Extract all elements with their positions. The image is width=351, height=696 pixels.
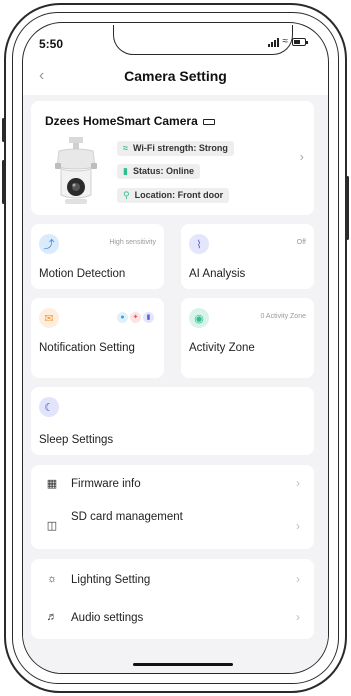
notch [113, 25, 293, 55]
status-icons: ≈ [267, 36, 308, 47]
chevron-right-icon: › [296, 519, 300, 533]
camera-name: Dzees HomeSmart Camera [45, 114, 215, 128]
firmware-info-label: Firmware info [71, 478, 141, 490]
chart-icon: ⌇ [189, 234, 209, 254]
camera-name-text: Dzees HomeSmart Camera [45, 114, 198, 128]
chevron-right-icon: › [296, 610, 300, 624]
sd-card-label: SD card management [71, 511, 183, 523]
media-settings-list: ☼ Lighting Setting › ♬ Audio settings › [31, 559, 314, 639]
settings-content: Dzees HomeSmart Camera ≈ Wi-Fi strength: … [23, 95, 328, 673]
ai-analysis-label: AI Analysis [189, 268, 246, 280]
audio-settings-row[interactable]: ♬ Audio settings › [31, 599, 314, 639]
firmware-info-row[interactable]: ▦ Firmware info › [31, 465, 314, 503]
device-info-list: ▦ Firmware info › ◫ SD card management › [31, 465, 314, 549]
notification-setting-label: Notification Setting [39, 342, 135, 354]
camera-badge-icon [202, 118, 215, 125]
wifi-strength-pill: ≈ Wi-Fi strength: Strong [117, 141, 234, 156]
cellular-signal-icon [267, 37, 279, 47]
activity-zone-tile[interactable]: ◉ 0 Activity Zone Activity Zone [181, 298, 314, 378]
camera-image [55, 137, 97, 204]
vehicle-icon: ▮ [143, 312, 154, 323]
bulb-icon: ☼ [46, 573, 58, 585]
person-icon: ● [117, 312, 128, 323]
wifi-strength-text: Wi-Fi strength: Strong [132, 143, 228, 153]
device-status-icon: ▮ [123, 166, 128, 176]
battery-icon [292, 38, 308, 46]
motion-detection-tile[interactable]: ⤴ High sensitivity Motion Detection [31, 224, 164, 289]
page-title: Camera Setting [124, 68, 227, 84]
sd-card-icon: ◫ [46, 520, 58, 532]
home-indicator[interactable] [133, 663, 233, 666]
chevron-right-icon: › [299, 149, 304, 164]
sleep-settings-label: Sleep Settings [39, 434, 114, 446]
wifi-icon: ≈ [282, 36, 289, 47]
chevron-right-icon: › [296, 572, 300, 586]
side-button [2, 118, 5, 142]
motion-sensitivity-text: High sensitivity [109, 239, 156, 246]
location-pill: ⚲ Location: Front door [117, 188, 230, 203]
sd-card-row[interactable]: ◫ SD card management › [31, 503, 314, 549]
notification-setting-tile[interactable]: ✉ ● ✦ ▮ Notification Setting [31, 298, 164, 378]
location-pin-icon: ⚲ [123, 190, 130, 200]
activity-zone-label: Activity Zone [189, 342, 255, 354]
audio-settings-label: Audio settings [71, 612, 144, 624]
status-time: 5:50 [39, 37, 64, 51]
running-person-icon: ⤴ [39, 234, 59, 254]
side-button [2, 160, 5, 204]
pet-icon: ✦ [130, 312, 141, 323]
side-button [346, 176, 349, 240]
envelope-icon: ✉ [39, 308, 59, 328]
wifi-icon: ≈ [123, 143, 128, 153]
lighting-setting-row[interactable]: ☼ Lighting Setting › [31, 559, 314, 599]
activity-zone-count: 0 Activity Zone [260, 313, 306, 320]
screen: 5:50 ≈ ‹ Camera Setting Dzees HomeSmart … [22, 22, 329, 674]
motion-detection-label: Motion Detection [39, 268, 126, 280]
status-pill: ▮ Status: Online [117, 164, 200, 179]
camera-info-card[interactable]: Dzees HomeSmart Camera ≈ Wi-Fi strength: … [31, 101, 314, 215]
chevron-right-icon: › [296, 476, 300, 490]
sleep-settings-card[interactable]: ☾ Sleep Settings [31, 387, 314, 455]
notification-type-icons: ● ✦ ▮ [117, 312, 154, 323]
ai-analysis-state: Off [296, 239, 306, 246]
status-text: Status: Online [132, 166, 194, 176]
chip-icon: ▦ [46, 478, 58, 490]
lighting-setting-label: Lighting Setting [71, 574, 151, 586]
nav-bar: ‹ Camera Setting [23, 63, 328, 93]
speaker-icon: ♬ [46, 611, 58, 623]
location-text: Location: Front door [134, 190, 224, 200]
moon-icon: ☾ [39, 397, 59, 417]
ai-analysis-tile[interactable]: ⌇ Off AI Analysis [181, 224, 314, 289]
focus-zone-icon: ◉ [189, 308, 209, 328]
